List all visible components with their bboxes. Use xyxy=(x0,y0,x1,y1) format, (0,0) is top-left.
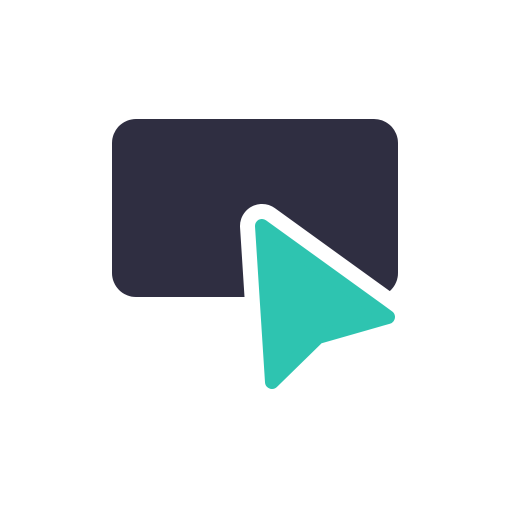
screen-cursor-logo-icon xyxy=(112,119,410,404)
app-canvas xyxy=(0,0,512,512)
